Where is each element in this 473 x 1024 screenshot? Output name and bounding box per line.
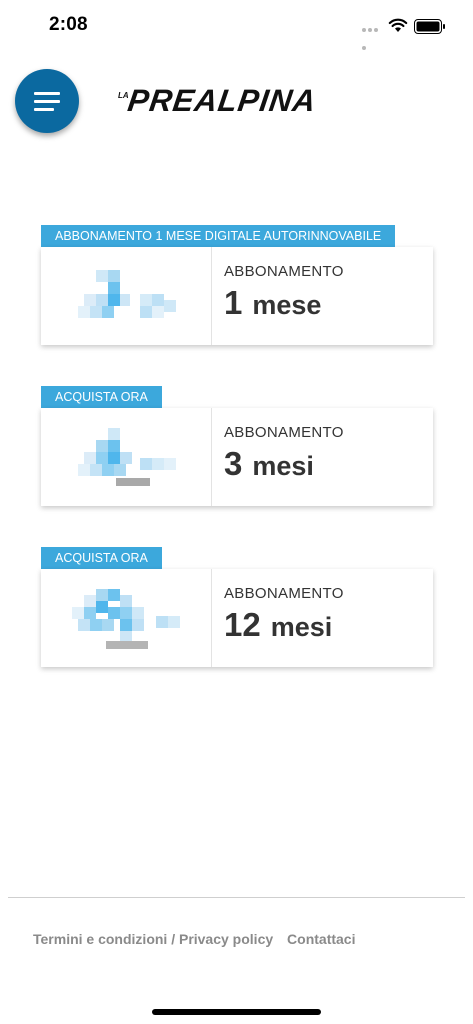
footer-links: Termini e condizioni / Privacy policy Co… [33,931,355,947]
offer-image [41,569,212,667]
offer-number: 1 [224,284,243,321]
offer-image [41,247,212,345]
offer-unit: mese [252,290,322,320]
offer-tag: ACQUISTA ORA [41,386,162,408]
offer-card[interactable]: ABBONAMENTO 1 mese [41,247,433,345]
offer-number: 12 [224,606,261,643]
logo: LA PREALPINA [118,83,358,120]
home-indicator [152,1009,321,1015]
offer-label: ABBONAMENTO [224,424,344,441]
menu-button[interactable] [15,69,79,133]
offer-label: ABBONAMENTO [224,263,344,280]
contact-link[interactable]: Contattaci [287,931,355,947]
offer-tag: ACQUISTA ORA [41,547,162,569]
offer-duration: 3 mesi [224,445,344,483]
offer-unit: mesi [270,612,333,642]
offer-tag: ABBONAMENTO 1 MESE DIGITALE AUTORINNOVAB… [41,225,396,247]
offer-card[interactable]: ABBONAMENTO 12 mesi [41,569,433,667]
logo-prefix: LA [118,91,129,100]
footer-divider [8,897,465,898]
offer-unit: mesi [252,451,314,481]
battery-icon [414,19,445,34]
offer-info: ABBONAMENTO 12 mesi [212,569,344,667]
status-time: 2:08 [49,14,88,35]
offer-number: 3 [224,445,243,482]
wifi-icon [388,18,408,32]
offer-card[interactable]: ABBONAMENTO 3 mesi [41,408,433,506]
hamburger-menu-icon [34,91,60,95]
offer-label: ABBONAMENTO [224,585,344,602]
logo-name: PREALPINA [125,83,319,118]
offer-info: ABBONAMENTO 1 mese [212,247,344,345]
offer-info: ABBONAMENTO 3 mesi [212,408,344,506]
offer-duration: 12 mesi [224,606,344,644]
offer-duration: 1 mese [224,284,344,322]
terms-privacy-link[interactable]: Termini e condizioni / Privacy policy [33,931,273,947]
signal-icon [362,28,384,50]
offer-image [41,408,212,506]
status-bar: 2:08 [0,0,473,52]
